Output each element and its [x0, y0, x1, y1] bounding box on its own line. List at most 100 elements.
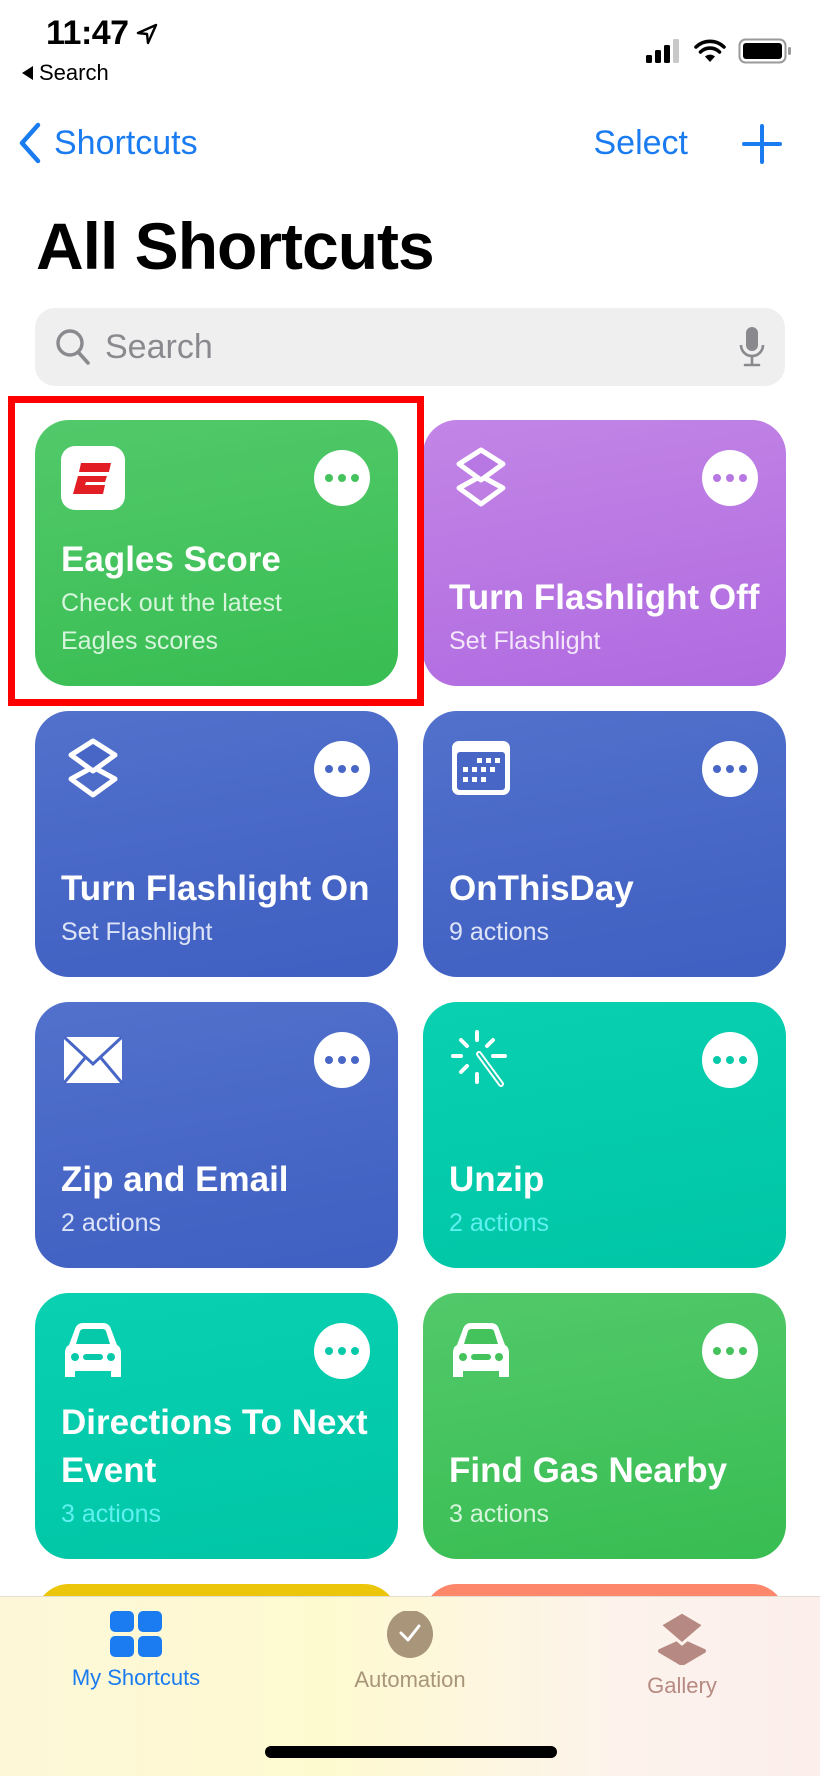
shortcut-subtitle: 9 actions: [449, 918, 550, 946]
more-options-button[interactable]: [702, 450, 758, 506]
shortcut-title: Directions To Next Event: [61, 1403, 368, 1490]
shortcut-title: Turn Flashlight Off: [449, 578, 760, 617]
shortcut-subtitle: Set Flashlight: [61, 918, 213, 946]
tab-label: Gallery: [647, 1673, 717, 1698]
shortcut-card[interactable]: Eagles Score Check out the latest Eagles …: [35, 420, 398, 686]
search-bar[interactable]: [35, 308, 785, 386]
shortcut-text: Turn Flashlight Off Set Flashlight: [449, 574, 760, 660]
shortcut-subtitle: 2 actions: [61, 1209, 162, 1237]
more-options-button[interactable]: [314, 741, 370, 797]
status-time: 11:47: [46, 14, 159, 53]
grid-icon: [110, 1611, 162, 1657]
ellipsis-dot-icon: [338, 1347, 346, 1355]
ellipsis-dot-icon: [325, 765, 333, 773]
more-options-button[interactable]: [314, 1323, 370, 1379]
select-button[interactable]: Select: [594, 124, 689, 163]
home-indicator: [265, 1746, 557, 1758]
status-indicators: [646, 38, 792, 64]
shortcut-subtitle: Set Flashlight: [449, 627, 601, 655]
calendar-icon: [449, 737, 513, 801]
page-title: All Shortcuts: [36, 209, 435, 283]
battery-icon: [738, 38, 791, 64]
shortcut-text: Find Gas Nearby 3 actions: [449, 1447, 760, 1533]
shortcut-text: Turn Flashlight On Set Flashlight: [61, 865, 372, 951]
ellipsis-dot-icon: [713, 1056, 721, 1064]
espn-logo-icon: [61, 446, 125, 510]
ellipsis-dot-icon: [713, 1347, 721, 1355]
shortcut-card[interactable]: Find Gas Nearby 3 actions: [423, 1293, 786, 1559]
layers-icon: [61, 737, 125, 801]
more-options-button[interactable]: [314, 1032, 370, 1088]
shortcut-title: OnThisDay: [449, 869, 634, 908]
shortcut-title: Zip and Email: [61, 1160, 289, 1199]
shortcut-text: Eagles Score Check out the latest Eagles …: [61, 536, 338, 660]
more-options-button[interactable]: [314, 450, 370, 506]
cellular-signal-icon: [646, 39, 679, 63]
tab-gallery[interactable]: Gallery: [572, 1611, 792, 1699]
tab-automation[interactable]: Automation: [300, 1611, 520, 1693]
ellipsis-dot-icon: [351, 1347, 359, 1355]
shortcut-card[interactable]: OnThisDay 9 actions: [423, 711, 786, 977]
car-icon: [61, 1319, 125, 1383]
clock-check-icon: [387, 1611, 433, 1658]
shortcut-card[interactable]: Directions To Next Event 3 actions: [35, 1293, 398, 1559]
car-icon: [449, 1319, 513, 1383]
shortcut-subtitle: 2 actions: [449, 1209, 550, 1237]
magic-wand-icon: [449, 1028, 513, 1092]
layers-icon: [658, 1611, 706, 1665]
shortcut-card[interactable]: Zip and Email 2 actions: [35, 1002, 398, 1268]
shortcut-subtitle: 3 actions: [449, 1500, 550, 1528]
tab-label: Automation: [354, 1667, 466, 1692]
location-arrow-icon: [136, 23, 157, 44]
clock-time: 11:47: [46, 14, 129, 52]
shortcut-card[interactable]: Unzip 2 actions: [423, 1002, 786, 1268]
back-triangle-icon: [22, 66, 33, 80]
ellipsis-dot-icon: [726, 474, 734, 482]
ellipsis-dot-icon: [351, 1056, 359, 1064]
shortcut-subtitle: 3 actions: [61, 1500, 162, 1528]
back-to-app-label: Search: [39, 60, 109, 85]
chevron-left-icon: [19, 122, 41, 164]
more-options-button[interactable]: [702, 1032, 758, 1088]
shortcut-title: Turn Flashlight On: [61, 869, 370, 908]
shortcut-text: Directions To Next Event 3 actions: [61, 1399, 372, 1533]
ellipsis-dot-icon: [338, 474, 346, 482]
more-options-button[interactable]: [702, 741, 758, 797]
ellipsis-dot-icon: [338, 1056, 346, 1064]
layers-icon: [449, 446, 513, 510]
shortcut-title: Find Gas Nearby: [449, 1451, 728, 1490]
ellipsis-dot-icon: [739, 765, 747, 773]
ellipsis-dot-icon: [351, 474, 359, 482]
search-input[interactable]: [105, 327, 739, 367]
ellipsis-dot-icon: [726, 1347, 734, 1355]
search-icon: [56, 329, 90, 365]
shortcut-subtitle: Check out the latest Eagles scores: [61, 589, 282, 655]
shortcut-title: Eagles Score: [61, 540, 281, 579]
tab-my-shortcuts[interactable]: My Shortcuts: [26, 1611, 246, 1691]
ellipsis-dot-icon: [713, 474, 721, 482]
ellipsis-dot-icon: [739, 1347, 747, 1355]
wifi-icon: [694, 39, 726, 62]
back-button-label: Shortcuts: [54, 123, 198, 162]
shortcut-text: OnThisDay 9 actions: [449, 865, 760, 951]
ellipsis-dot-icon: [325, 1347, 333, 1355]
ellipsis-dot-icon: [325, 1056, 333, 1064]
ellipsis-dot-icon: [739, 1056, 747, 1064]
more-options-button[interactable]: [702, 1323, 758, 1379]
shortcut-text: Unzip 2 actions: [449, 1156, 760, 1242]
shortcut-card[interactable]: Turn Flashlight Off Set Flashlight: [423, 420, 786, 686]
microphone-icon[interactable]: [739, 326, 765, 368]
shortcut-card[interactable]: Turn Flashlight On Set Flashlight: [35, 711, 398, 977]
ellipsis-dot-icon: [713, 765, 721, 773]
tab-label: My Shortcuts: [71, 1665, 201, 1690]
ellipsis-dot-icon: [338, 765, 346, 773]
shortcut-text: Zip and Email 2 actions: [61, 1156, 372, 1242]
back-to-shortcuts-button[interactable]: Shortcuts: [18, 122, 198, 164]
ellipsis-dot-icon: [739, 474, 747, 482]
shortcut-title: Unzip: [449, 1160, 545, 1199]
back-to-search-app[interactable]: Search: [22, 60, 109, 86]
ellipsis-dot-icon: [726, 1056, 734, 1064]
ellipsis-dot-icon: [325, 474, 333, 482]
plus-icon[interactable]: [742, 124, 782, 164]
ellipsis-dot-icon: [726, 765, 734, 773]
